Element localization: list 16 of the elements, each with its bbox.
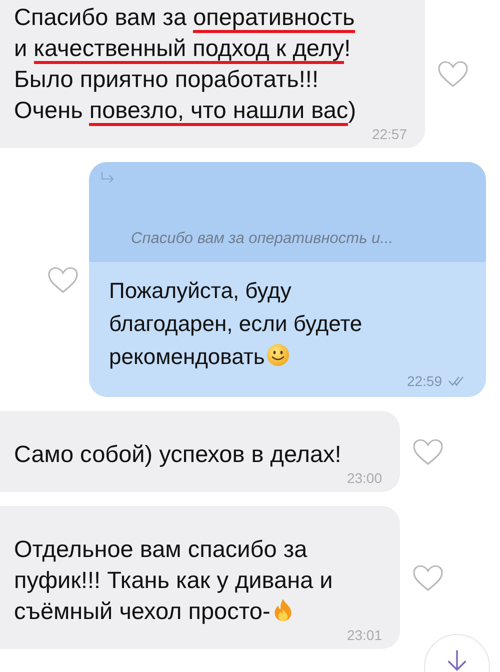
heart-icon[interactable]	[437, 60, 469, 88]
reply-arrow-icon	[101, 172, 115, 184]
message-time: 23:01	[346, 627, 382, 643]
quoted-message[interactable]: Спасибо вам за оперативность и...	[89, 162, 486, 262]
message-text: Отдельное вам спасибо за пуфик!!! Ткань как у дивана и съёмный чехол просто-	[14, 535, 334, 626]
message-time: 22:59	[406, 373, 442, 389]
message-text: Само собой) успехов в делах!	[14, 440, 342, 469]
message-time: 22:57	[372, 126, 407, 142]
quote-text: Спасибо вам за оперативность и...	[130, 230, 394, 248]
smiley-icon	[266, 343, 290, 367]
heart-icon[interactable]	[47, 266, 79, 294]
heart-icon[interactable]	[412, 564, 444, 592]
heart-icon[interactable]	[412, 438, 444, 466]
message-text: Пожалуйста, буду благодарен, если будете рекомендовать	[109, 277, 364, 371]
message-text: Спасибо вам за оперативность и качественный подход к делу! Было приятно поработать!!! Очень повезло, что нашли вас)	[14, 2, 407, 126]
message-time: 23:00	[346, 470, 382, 486]
